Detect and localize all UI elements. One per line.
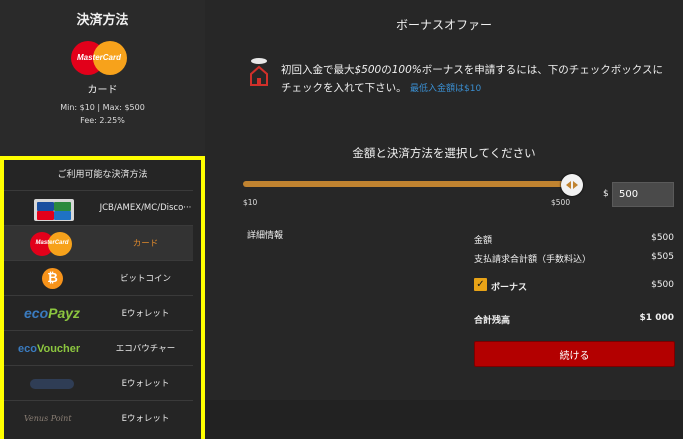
panel-footer [205, 400, 683, 439]
selected-method-label: カード [87, 85, 118, 96]
continue-button[interactable]: 続ける [474, 341, 675, 367]
min-deposit-note: 最低入金額は$10 [410, 84, 482, 94]
deposit-panel: ボーナスオファー 初回入金で最大$500の100%ボーナスを申請するには、下のチ… [205, 0, 683, 400]
ewallet-logo [30, 378, 74, 389]
amount-slider-handle[interactable] [561, 174, 583, 196]
mastercard-icon: MasterCard [71, 41, 127, 75]
currency-symbol: $ [603, 189, 609, 199]
select-amount-title: 金額と決済方法を選択してください [352, 146, 536, 160]
ecovoucher-logo: ecoVoucher [18, 342, 81, 355]
venuspoint-logo: Venus Point [24, 413, 72, 423]
method-label: ビットコイン [119, 274, 171, 284]
method-item-ecopayz[interactable]: ecoPayz Eウォレット [4, 295, 193, 330]
method-item-bitcoin[interactable]: ₿ ビットコイン [4, 260, 193, 295]
slider-max-label: $500 [551, 198, 571, 207]
method-item-ecovoucher[interactable]: ecoVoucher エコバウチャー [4, 330, 193, 365]
bonus-offer-title: ボーナスオファー [395, 18, 492, 32]
ecopayz-logo: ecoPayz [24, 304, 81, 321]
method-label: Eウォレット [121, 309, 170, 319]
method-item-cards[interactable]: JCB/AMEX/MC/Disco··· [4, 190, 193, 225]
method-label: カード [132, 239, 159, 249]
payment-sidebar: 決済方法 MasterCard カード Min: $10 | Max: $500… [0, 0, 205, 439]
deposit-fee: Fee: 2.25% [80, 116, 125, 125]
payment-method-title: 決済方法 [76, 13, 129, 28]
available-methods-title: ご利用可能な決済方法 [57, 170, 148, 180]
amount-slider-track[interactable] [243, 181, 571, 187]
amount-input[interactable] [612, 182, 674, 207]
method-label: Eウォレット [121, 379, 170, 389]
credit-cards-icon [34, 198, 74, 221]
bonus-checkbox[interactable]: ✓ [474, 278, 487, 291]
bonus-offer-text: 初回入金で最大$500の100%ボーナスを申請するには、下のチェックボックスにチ… [281, 64, 663, 94]
method-item-card[interactable]: MasterCard カード [4, 225, 193, 260]
house-icon [250, 58, 268, 86]
method-item-ewallet[interactable]: Eウォレット [4, 365, 193, 400]
deposit-limits: Min: $10 | Max: $500 [60, 103, 145, 112]
mastercard-icon: MasterCard [30, 231, 74, 256]
bitcoin-icon: ₿ [42, 267, 63, 289]
slider-min-label: $10 [243, 198, 258, 207]
method-label: エコバウチャー [115, 344, 176, 354]
details-title: 詳細情報 [247, 231, 284, 241]
method-label: Eウォレット [121, 414, 170, 424]
method-item-venuspoint[interactable]: Venus Point Eウォレット [4, 400, 193, 435]
method-label: JCB/AMEX/MC/Disco··· [99, 203, 192, 213]
